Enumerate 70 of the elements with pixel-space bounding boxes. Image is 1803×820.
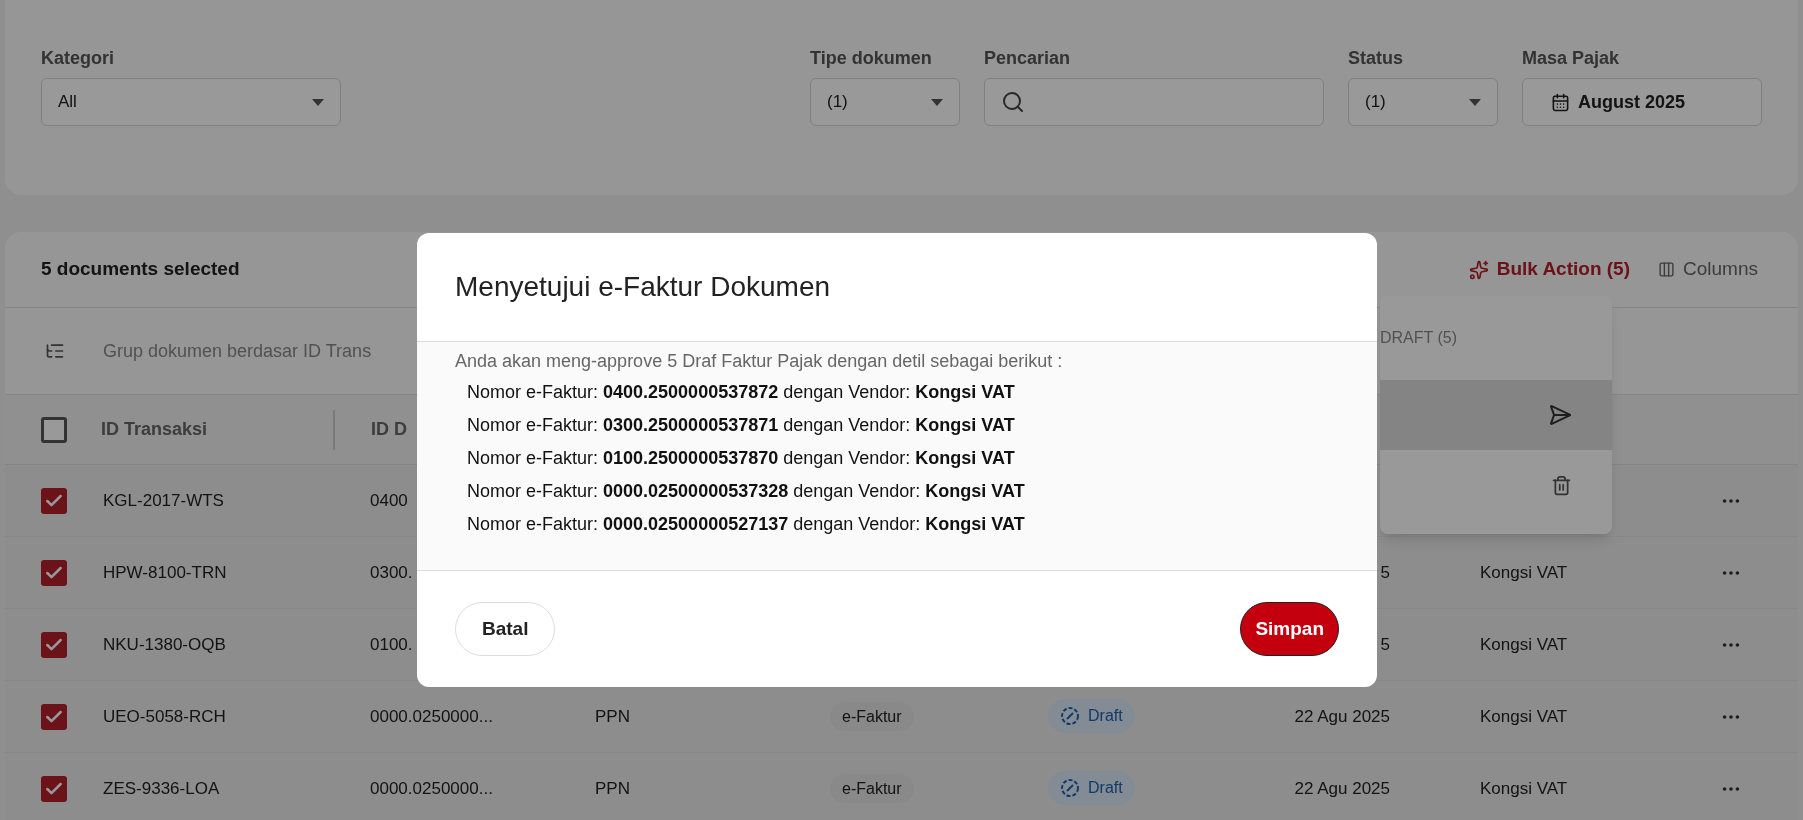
table-cell: NKU-1380-OQB <box>103 634 226 654</box>
table-cell: 0100. <box>370 634 413 654</box>
invoice-line: Nomor e-Faktur: 0000.02500000527137 dengan Vendor: Kongsi VAT <box>466 513 1026 536</box>
table-cell: PPN <box>595 706 630 726</box>
table-cell: Kongsi VAT <box>1480 562 1568 582</box>
group-hint: Grup dokumen berdasar ID Trans <box>103 339 372 363</box>
checkbox[interactable] <box>41 775 67 802</box>
table-cell: Kongsi VAT <box>1480 706 1568 726</box>
filter-label: Kategori <box>41 47 115 70</box>
table-cell: 22 Agu 2025 <box>1294 778 1390 798</box>
table-cell: KGL-2017-WTS <box>103 490 224 510</box>
table-cell: UEO-5058-RCH <box>103 706 226 726</box>
month-picker[interactable]: August 2025 <box>1522 78 1762 126</box>
bulk-action-button[interactable]: Bulk Action (5) <box>1468 255 1630 284</box>
edit-circle-icon <box>1060 706 1080 727</box>
search-field[interactable] <box>984 78 1324 126</box>
table-cell: Kongsi VAT <box>1480 634 1568 654</box>
table-row[interactable]: UEO-5058-RCH 0000.0250000... PPN e-Faktur Draft 22 Agu 2025 Kongsi VAT <box>5 681 1798 753</box>
checkbox[interactable] <box>41 487 67 514</box>
table-cell: 0300. <box>370 562 413 582</box>
caret-icon <box>1469 98 1481 106</box>
filter-label: Masa Pajak <box>1522 47 1621 70</box>
cancel-button[interactable]: Batal <box>455 602 556 656</box>
columns-button[interactable]: Columns <box>1658 255 1758 284</box>
select-field[interactable]: All <box>41 78 341 126</box>
table-cell: Kongsi VAT <box>1480 778 1568 798</box>
search-icon <box>1001 90 1025 114</box>
checkbox[interactable] <box>41 631 67 658</box>
invoice-line: Nomor e-Faktur: 0300.2500000537871 dengan Vendor: Kongsi VAT <box>466 414 1016 437</box>
invoice-line: Nomor e-Faktur: 0000.02500000537328 dengan Vendor: Kongsi VAT <box>466 480 1026 503</box>
filter-label: Pencarian <box>984 47 1072 70</box>
table-row[interactable]: ZES-9336-LOA 0000.0250000... PPN e-Faktur Draft 22 Agu 2025 Kongsi VAT <box>5 753 1798 820</box>
table-cell: 0000.0250000... <box>370 778 493 798</box>
status-badge: Draft <box>1048 771 1135 806</box>
table-cell: HPW-8100-TRN <box>103 562 227 582</box>
table-cell: 5 <box>1380 634 1390 654</box>
save-button[interactable]: Simpan <box>1240 602 1339 656</box>
type-badge: e-Faktur <box>830 773 914 803</box>
group-icon[interactable] <box>45 341 65 361</box>
checkbox[interactable] <box>41 703 67 730</box>
table-cell: 5 <box>1380 562 1390 582</box>
table-cell: PPN <box>595 778 630 798</box>
filter-label: Tipe dokumen <box>810 47 933 70</box>
column-header[interactable]: ID Transaksi <box>101 416 333 443</box>
menu-header: DRAFT (5) <box>1380 328 1458 348</box>
table-cell: 0000.0250000... <box>370 706 493 726</box>
checkbox[interactable] <box>41 559 67 586</box>
select-field[interactable]: (1) <box>1348 78 1498 126</box>
table-cell: 22 Agu 2025 <box>1294 706 1390 726</box>
dialog-intro: Anda akan meng-approve 5 Draf Faktur Pajak dengan detil sebagai berikut : <box>455 350 1064 373</box>
columns-icon <box>1658 261 1675 278</box>
column-header[interactable]: ID D <box>335 416 407 443</box>
sparkle-icon <box>1468 259 1489 280</box>
filter-label: Status <box>1348 47 1404 70</box>
caret-icon <box>931 98 943 106</box>
type-badge: e-Faktur <box>830 701 914 731</box>
table-cell: ZES-9336-LOA <box>103 778 220 798</box>
select-field[interactable]: (1) <box>810 78 960 126</box>
caret-icon <box>312 98 324 106</box>
invoice-line: Nomor e-Faktur: 0100.2500000537870 dengan Vendor: Kongsi VAT <box>466 447 1016 470</box>
status-badge: Draft <box>1048 699 1135 734</box>
invoice-line: Nomor e-Faktur: 0400.2500000537872 dengan Vendor: Kongsi VAT <box>466 381 1016 404</box>
calendar-icon <box>1551 92 1570 112</box>
selection-count: 5 documents selected <box>41 257 240 282</box>
checkbox[interactable] <box>41 416 67 443</box>
send-icon <box>1548 403 1572 427</box>
dialog-title: Menyetujui e-Faktur Dokumen <box>455 270 831 304</box>
trash-icon <box>1551 474 1572 496</box>
edit-circle-icon <box>1060 778 1080 799</box>
table-cell: 0400 <box>370 490 408 510</box>
